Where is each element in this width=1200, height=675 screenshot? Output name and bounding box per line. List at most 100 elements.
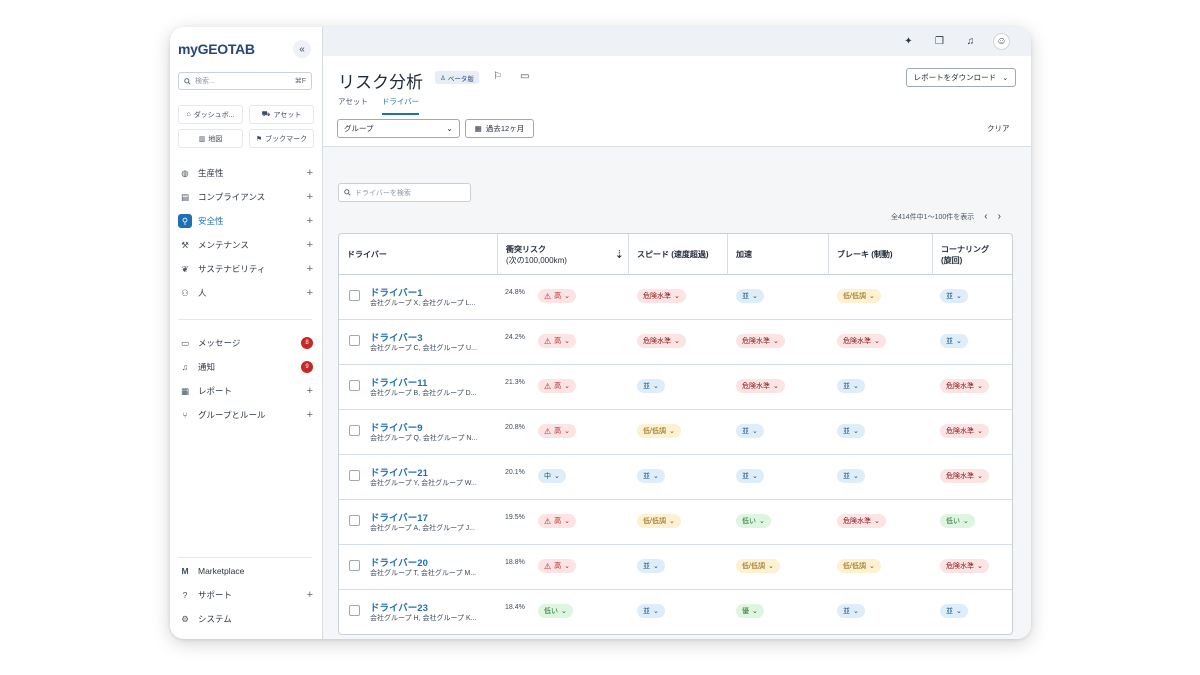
column-crash-risk[interactable]: 衝突リスク (次の100,000km) ⇣ <box>498 234 629 275</box>
acceleration-level-pill[interactable]: 危険水準 ⌄ <box>736 379 785 393</box>
nav-sustainability[interactable]: ❦ サステナビリティ + <box>170 257 323 281</box>
column-braking[interactable]: ブレーキ (制動) <box>829 234 933 275</box>
user-avatar-icon[interactable]: ☺ <box>993 33 1010 50</box>
row-checkbox[interactable] <box>349 380 360 391</box>
column-driver[interactable]: ドライバー <box>339 234 498 275</box>
cornering-level-pill[interactable]: 並 ⌄ <box>940 604 968 618</box>
row-checkbox[interactable] <box>349 515 360 526</box>
driver-search-input[interactable]: ドライバーを検索 <box>338 183 471 202</box>
nav-productivity[interactable]: ◍ 生産性 + <box>170 161 323 185</box>
crash-risk-level-pill[interactable]: ⚠ 高 ⌄ <box>538 334 577 348</box>
nav-marketplace[interactable]: M Marketplace <box>170 559 323 583</box>
quick-map-button[interactable]: ▥ 地図 <box>178 129 243 148</box>
sparkle-icon[interactable]: ✦ <box>900 33 917 50</box>
row-checkbox[interactable] <box>349 335 360 346</box>
driver-name-link[interactable]: ドライバー21 <box>370 465 428 479</box>
acceleration-level-pill[interactable]: 並 ⌄ <box>736 289 764 303</box>
nav-messages[interactable]: ▭ メッセージ 8 <box>170 331 323 355</box>
comment-icon[interactable]: ▭ <box>520 71 529 82</box>
cornering-level-pill[interactable]: 危険水準 ⌄ <box>940 424 989 438</box>
driver-name-link[interactable]: ドライバー23 <box>370 600 428 614</box>
quick-assets-button[interactable]: ⛟ アセット <box>249 105 314 124</box>
prev-page-icon[interactable]: ‹ <box>984 211 987 222</box>
cornering-level-pill[interactable]: 危険水準 ⌄ <box>940 379 989 393</box>
nav-safety[interactable]: ⚲ 安全性 + <box>170 209 323 233</box>
quick-dashboard-button[interactable]: ⌂ ダッシュボ... <box>178 105 243 124</box>
nav-compliance[interactable]: ▤ コンプライアンス + <box>170 185 323 209</box>
acceleration-level-pill[interactable]: 優 ⌄ <box>736 604 764 618</box>
table-row[interactable]: ドライバー3 会社グループ C, 会社グループ U... 24.2% ⚠ 高 ⌄ 危険水準 ⌄… <box>339 320 1012 365</box>
crash-risk-level-pill[interactable]: 低い ⌄ <box>538 604 573 618</box>
crash-risk-level-pill[interactable]: ⚠ 高 ⌄ <box>538 559 577 573</box>
nav-notifications[interactable]: ♫ 通知 9 <box>170 355 323 379</box>
braking-level-pill[interactable]: 並 ⌄ <box>837 379 865 393</box>
nav-maintenance[interactable]: ⚒ メンテナンス + <box>170 233 323 257</box>
speeding-level-pill[interactable]: 並 ⌄ <box>637 469 665 483</box>
column-speeding[interactable]: スピード (速度超過) <box>629 234 728 275</box>
nav-groups-rules[interactable]: ⑂ グループとルール + <box>170 403 323 427</box>
sort-descending-icon[interactable]: ⇣ <box>615 248 624 261</box>
collapse-sidebar-button[interactable]: « <box>293 40 311 58</box>
bookmark-icon[interactable]: ⚐ <box>493 71 502 82</box>
row-checkbox[interactable] <box>349 425 360 436</box>
date-range-button[interactable]: ▦ 過去12ヶ月 <box>465 119 534 138</box>
column-cornering[interactable]: コーナリング (旋回) <box>933 234 1012 275</box>
driver-name-link[interactable]: ドライバー1 <box>370 285 423 299</box>
cornering-level-pill[interactable]: 危険水準 ⌄ <box>940 469 989 483</box>
crash-risk-level-pill[interactable]: ⚠ 高 ⌄ <box>538 514 577 528</box>
table-row[interactable]: ドライバー21 会社グループ Y, 会社グループ W... 20.1% 中 ⌄ 並 ⌄ 並 ⌄ 並… <box>339 455 1012 500</box>
table-row[interactable]: ドライバー23 会社グループ H, 会社グループ K... 18.4% 低い ⌄ 並 ⌄ 優 ⌄… <box>339 590 1012 634</box>
row-checkbox[interactable] <box>349 470 360 481</box>
row-checkbox[interactable] <box>349 605 360 616</box>
table-row[interactable]: ドライバー1 会社グループ X, 会社グループ L... 24.8% ⚠ 高 ⌄ 危険水準 ⌄… <box>339 275 1012 320</box>
braking-level-pill[interactable]: 並 ⌄ <box>837 424 865 438</box>
table-row[interactable]: ドライバー9 会社グループ Q, 会社グループ N... 20.8% ⚠ 高 ⌄ 低/低調 ⌄… <box>339 410 1012 455</box>
acceleration-level-pill[interactable]: 低/低調 ⌄ <box>736 559 780 573</box>
download-report-button[interactable]: レポートをダウンロード ⌄ <box>906 68 1016 87</box>
driver-name-link[interactable]: ドライバー11 <box>370 375 427 389</box>
crash-risk-level-pill[interactable]: ⚠ 高 ⌄ <box>538 379 577 393</box>
crash-risk-level-pill[interactable]: ⚠ 高 ⌄ <box>538 424 577 438</box>
speeding-level-pill[interactable]: 低/低調 ⌄ <box>637 514 681 528</box>
speeding-level-pill[interactable]: 危険水準 ⌄ <box>637 334 686 348</box>
clear-filters-button[interactable]: クリア <box>987 123 1010 134</box>
sidebar-search-input[interactable]: 検索... ⌘F <box>178 72 312 90</box>
acceleration-level-pill[interactable]: 低い ⌄ <box>736 514 771 528</box>
crash-risk-level-pill[interactable]: ⚠ 高 ⌄ <box>538 289 577 303</box>
table-row[interactable]: ドライバー11 会社グループ B, 会社グループ D... 21.3% ⚠ 高 ⌄ 並 ⌄ 危険… <box>339 365 1012 410</box>
next-page-icon[interactable]: › <box>998 211 1001 222</box>
acceleration-level-pill[interactable]: 並 ⌄ <box>736 469 764 483</box>
row-checkbox[interactable] <box>349 290 360 301</box>
acceleration-level-pill[interactable]: 危険水準 ⌄ <box>736 334 785 348</box>
bell-icon[interactable]: ♫ <box>962 33 979 50</box>
cornering-level-pill[interactable]: 低い ⌄ <box>940 514 975 528</box>
braking-level-pill[interactable]: 並 ⌄ <box>837 604 865 618</box>
driver-name-link[interactable]: ドライバー3 <box>370 330 423 344</box>
nav-support[interactable]: ? サポート + <box>170 583 323 607</box>
table-row[interactable]: ドライバー17 会社グループ A, 会社グループ J... 19.5% ⚠ 高 ⌄ 低/低調… <box>339 500 1012 545</box>
braking-level-pill[interactable]: 低/低調 ⌄ <box>837 559 881 573</box>
driver-name-link[interactable]: ドライバー20 <box>370 555 428 569</box>
nav-people[interactable]: ⚇ 人 + <box>170 281 323 305</box>
driver-name-link[interactable]: ドライバー17 <box>370 510 428 524</box>
quick-bookmark-button[interactable]: ⚑ ブックマーク <box>249 129 314 148</box>
logo[interactable]: myGEOTAB <box>178 41 255 57</box>
braking-level-pill[interactable]: 低/低調 ⌄ <box>837 289 881 303</box>
group-select[interactable]: グループ ⌄ <box>337 119 460 138</box>
message-icon[interactable]: ❐ <box>931 33 948 50</box>
row-checkbox[interactable] <box>349 560 360 571</box>
speeding-level-pill[interactable]: 危険水準 ⌄ <box>637 289 686 303</box>
tab-assets[interactable]: アセット <box>338 96 368 115</box>
cornering-level-pill[interactable]: 並 ⌄ <box>940 334 968 348</box>
tab-drivers[interactable]: ドライバー <box>381 96 420 115</box>
speeding-level-pill[interactable]: 並 ⌄ <box>637 559 665 573</box>
nav-system[interactable]: ⚙ システム <box>170 607 323 631</box>
acceleration-level-pill[interactable]: 並 ⌄ <box>736 424 764 438</box>
braking-level-pill[interactable]: 並 ⌄ <box>837 469 865 483</box>
driver-name-link[interactable]: ドライバー9 <box>370 420 423 434</box>
braking-level-pill[interactable]: 危険水準 ⌄ <box>837 514 886 528</box>
cornering-level-pill[interactable]: 危険水準 ⌄ <box>940 559 989 573</box>
crash-risk-level-pill[interactable]: 中 ⌄ <box>538 469 566 483</box>
nav-reports[interactable]: ▦ レポート + <box>170 379 323 403</box>
speeding-level-pill[interactable]: 並 ⌄ <box>637 604 665 618</box>
